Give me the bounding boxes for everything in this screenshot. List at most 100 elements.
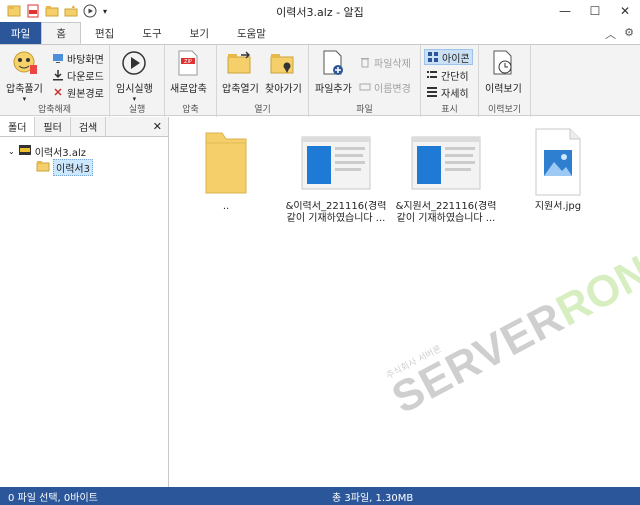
file-name: .. bbox=[222, 201, 230, 212]
collapse-ribbon-icon[interactable]: ︿ bbox=[605, 26, 616, 42]
rename-label: 이름변경 bbox=[374, 83, 411, 95]
delete-file-label: 파일삭제 bbox=[374, 58, 411, 70]
desktop-label: 바탕화면 bbox=[67, 54, 104, 66]
extract-button[interactable]: 압축풀기 ▾ bbox=[6, 49, 43, 103]
group-label-run: 실행 bbox=[128, 105, 146, 115]
tab-filter[interactable]: 필터 bbox=[35, 117, 71, 136]
temp-run-label: 임시실행 bbox=[116, 84, 153, 95]
title-bar: ▾ 이력서3.alz - 알집 — ☐ ✕ bbox=[0, 0, 640, 22]
download-label: 다운로드 bbox=[67, 71, 104, 83]
panel-close-icon[interactable]: ✕ bbox=[153, 120, 162, 133]
add-file-button[interactable]: 파일추가 bbox=[315, 49, 352, 95]
grid-icon bbox=[427, 51, 439, 63]
open-archive-button[interactable]: 압축열기 bbox=[222, 49, 259, 95]
group-label-history: 이력보기 bbox=[487, 105, 522, 115]
maximize-icon[interactable]: ☐ bbox=[580, 0, 610, 22]
alzip-app-icon[interactable] bbox=[6, 3, 22, 19]
list-icon bbox=[426, 69, 438, 81]
group-label-compress: 압축 bbox=[182, 105, 199, 115]
file-list: .. &이력서_221116(경력 같이 기재하였습니다 ... &지원서_22… bbox=[170, 117, 640, 487]
group-extract: 압축풀기 ▾ 바탕화면 다운로드 원본경로 압축해제 bbox=[0, 45, 110, 117]
history-label: 이력보기 bbox=[485, 84, 522, 95]
file-item-image[interactable]: 지원서.jpg bbox=[506, 127, 610, 213]
go-to-location-button[interactable]: 찾아가기 bbox=[265, 49, 302, 95]
watermark: 주식회사 서버론 SERVERRON bbox=[380, 239, 640, 424]
selection-status: 0 파일 선택, 0바이트 bbox=[8, 492, 98, 504]
go-to-location-label: 찾아가기 bbox=[265, 84, 302, 95]
tree-child-label: 이력서3 bbox=[53, 158, 93, 176]
watermark-main-text: SERVER bbox=[384, 292, 572, 424]
group-label-extract: 압축해제 bbox=[37, 105, 72, 115]
tree-root[interactable]: ⌄ 이력서3.alz bbox=[0, 143, 168, 159]
expand-chevron-icon[interactable]: ⌄ bbox=[8, 147, 15, 156]
extract-to-download-button[interactable]: 다운로드 bbox=[52, 67, 104, 83]
extract-label: 압축풀기 bbox=[6, 84, 43, 95]
folder-icon bbox=[191, 127, 261, 197]
magic-wand-icon[interactable] bbox=[63, 3, 79, 19]
settings-gear-icon[interactable]: ⚙ bbox=[624, 26, 634, 42]
status-bar: 0 파일 선택, 0바이트 총 3파일, 1.30MB bbox=[0, 487, 640, 505]
total-status: 총 3파일, 1.30MB bbox=[332, 492, 414, 504]
extract-to-original-path-button[interactable]: 원본경로 bbox=[52, 84, 104, 100]
new-compress-button[interactable]: ZIP 새로압축 bbox=[170, 49, 207, 95]
zip-icon[interactable] bbox=[25, 3, 41, 19]
rename-button[interactable]: 이름변경 bbox=[359, 79, 411, 95]
group-history: 이력보기 이력보기 bbox=[479, 45, 531, 117]
panel-tabs: 폴더 필터 검색 ✕ bbox=[0, 117, 168, 137]
quick-access-toolbar: ▾ bbox=[0, 3, 109, 19]
delete-file-button[interactable]: 파일삭제 bbox=[359, 54, 411, 70]
file-name: &지원서_221116(경력 같이 기재하였습니다 ... bbox=[395, 201, 497, 224]
group-run: 임시실행 ▾ 실행 bbox=[110, 45, 165, 117]
close-icon[interactable]: ✕ bbox=[610, 0, 640, 22]
tree-root-label: 이력서3.alz bbox=[34, 147, 86, 159]
file-item-resume[interactable]: &이력서_221116(경력 같이 기재하였습니다 ... bbox=[284, 127, 388, 225]
original-path-icon bbox=[52, 86, 64, 98]
alz-archive-icon bbox=[18, 144, 32, 159]
file-item-parent[interactable]: .. bbox=[174, 127, 278, 213]
view-simple-button[interactable]: 간단히 bbox=[426, 67, 469, 83]
group-compress: ZIP 새로압축 압축 bbox=[165, 45, 217, 117]
folder-pin-icon bbox=[269, 49, 297, 77]
view-detail-label: 자세히 bbox=[441, 88, 469, 100]
history-icon bbox=[489, 49, 517, 77]
add-file-label: 파일추가 bbox=[315, 84, 352, 95]
tab-home[interactable]: 홈 bbox=[41, 22, 81, 44]
file-name: &이력서_221116(경력 같이 기재하였습니다 ... bbox=[285, 201, 387, 224]
tab-tools[interactable]: 도구 bbox=[128, 22, 175, 44]
trash-icon bbox=[359, 56, 371, 68]
svg-text:ZIP: ZIP bbox=[184, 59, 192, 65]
view-detail-button[interactable]: 자세히 bbox=[426, 84, 469, 100]
view-icon-label: 아이콘 bbox=[442, 53, 470, 65]
customize-dropdown-icon[interactable]: ▾ bbox=[101, 3, 109, 19]
play-icon[interactable] bbox=[82, 3, 98, 19]
file-name: 지원서.jpg bbox=[534, 201, 582, 212]
ribbon-tabs: 파일 홈 편집 도구 보기 도움말 ︿ ⚙ bbox=[0, 22, 640, 44]
folder-panel: 폴더 필터 검색 ✕ ⌄ 이력서3.alz 이력서3 bbox=[0, 117, 169, 487]
tab-edit[interactable]: 편집 bbox=[81, 22, 128, 44]
zip-file-icon: ZIP bbox=[174, 49, 202, 77]
tab-file[interactable]: 파일 bbox=[0, 22, 42, 44]
view-icon-button[interactable]: 아이콘 bbox=[424, 49, 473, 65]
extract-character-icon bbox=[10, 49, 38, 77]
desktop-icon bbox=[52, 52, 64, 64]
minimize-icon[interactable]: — bbox=[550, 0, 580, 22]
folder-arrow-icon bbox=[226, 49, 254, 77]
tab-search[interactable]: 검색 bbox=[71, 117, 107, 136]
open-archive-label: 압축열기 bbox=[222, 84, 259, 95]
history-button[interactable]: 이력보기 bbox=[485, 49, 522, 95]
add-file-icon bbox=[319, 49, 347, 77]
open-folder-icon[interactable] bbox=[44, 3, 60, 19]
tab-folder[interactable]: 폴더 bbox=[0, 117, 36, 136]
extract-to-desktop-button[interactable]: 바탕화면 bbox=[52, 50, 104, 66]
group-label-open: 열기 bbox=[254, 105, 271, 115]
tab-help[interactable]: 도움말 bbox=[223, 22, 280, 44]
view-simple-label: 간단히 bbox=[441, 71, 469, 83]
folder-icon bbox=[36, 160, 50, 175]
tab-view[interactable]: 보기 bbox=[176, 22, 223, 44]
temp-run-button[interactable]: 임시실행 ▾ bbox=[116, 49, 153, 103]
file-item-application[interactable]: &지원서_221116(경력 같이 기재하였습니다 ... bbox=[394, 127, 498, 225]
play-circle-icon bbox=[120, 49, 148, 77]
group-display: 아이콘 간단히 자세히 표시 bbox=[421, 45, 479, 117]
watermark-small-text: 주식회사 서버론 bbox=[384, 344, 444, 382]
tree-child-folder[interactable]: 이력서3 bbox=[0, 158, 168, 176]
